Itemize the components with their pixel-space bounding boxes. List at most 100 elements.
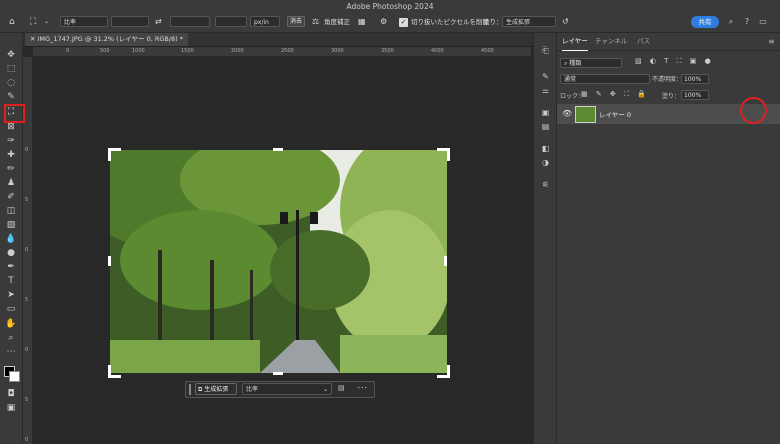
fill-label: 塗り：	[483, 18, 503, 26]
ratio-select[interactable]: 比率	[60, 16, 108, 27]
hand-tool-icon[interactable]: ✋	[5, 318, 17, 330]
crop-tool-icon[interactable]: ⛶	[30, 16, 36, 28]
opacity-label: 不透明度：	[652, 76, 683, 83]
drag-handle[interactable]	[189, 384, 191, 395]
type-tool-icon[interactable]: T	[5, 275, 17, 287]
ruler-tick: 5	[25, 197, 29, 203]
ruler-tick: 1000	[132, 48, 145, 54]
eyedropper-tool-icon[interactable]: ✑	[5, 135, 17, 147]
swatches-panel-icon[interactable]: ◑	[540, 157, 551, 168]
home-icon[interactable]: ⌂	[9, 16, 15, 28]
screen-mode-icon[interactable]: ▣	[5, 402, 17, 414]
grid-overlay-icon[interactable]: ▦	[358, 16, 366, 28]
ruler-tick: 0	[25, 247, 29, 253]
path-select-tool-icon[interactable]: ➤	[5, 289, 17, 301]
search-icon[interactable]: ⌕	[726, 17, 736, 27]
gear-icon[interactable]: ⚙	[380, 16, 387, 28]
straighten-icon[interactable]: ⚖	[312, 16, 319, 28]
delete-cropped-label: 切り抜いたピクセルを削除	[411, 18, 489, 26]
lock-icons[interactable]: ▦ ✎ ✥ ⛶ 🔒	[581, 90, 649, 99]
ruler-tick: 3500	[381, 48, 394, 54]
resolution-field[interactable]	[215, 16, 247, 27]
properties-panel-icon[interactable]: ▤	[540, 121, 551, 132]
ruler-tick: 0	[66, 48, 70, 54]
crop-handle-left[interactable]	[108, 256, 111, 266]
marquee-tool-icon[interactable]: ⬚	[5, 63, 17, 75]
workspace-icon[interactable]: ▭	[758, 17, 768, 27]
highlight-circle	[740, 97, 767, 124]
history-panel-icon[interactable]: ⎗	[540, 45, 551, 56]
generate-expand-button[interactable]: ⧉ 生成拡張	[195, 383, 237, 395]
document-tabs: ✕ IMG_1747.JPG @ 31.2% (レイヤー 0, RGB/8) *	[23, 33, 533, 47]
crop-handle-bottom-left[interactable]	[108, 365, 121, 378]
crop-handle-top[interactable]	[273, 148, 283, 151]
dodge-tool-icon[interactable]: ●	[5, 247, 17, 259]
tools-panel: ✥ ⬚ ◌ ✎ ⛶ ⊠ ✑ ✚ ✏ ♟ ✐ ◫ ▨ 💧 ● ✒ T ➤ ▭ ✋ …	[0, 33, 23, 444]
libraries-panel-icon[interactable]: ▣	[540, 107, 551, 118]
document-tab[interactable]: ✕ IMG_1747.JPG @ 31.2% (レイヤー 0, RGB/8) *	[25, 33, 189, 46]
tab-channels[interactable]: チャンネル	[595, 33, 627, 50]
background-color-swatch[interactable]	[9, 371, 20, 382]
crop-handle-right[interactable]	[444, 256, 447, 266]
window-title: Adobe Photoshop 2024	[0, 0, 780, 13]
blur-tool-icon[interactable]: 💧	[5, 233, 17, 245]
more-options-button[interactable]: ･･･	[357, 383, 368, 393]
grid-overlay-icon[interactable]: ▤	[338, 384, 345, 392]
horizontal-ruler: 0 500 1000 1500 2000 2500 3000 3500 4000…	[33, 47, 531, 56]
zoom-tool-icon[interactable]: ⌕	[5, 332, 17, 344]
opacity-field[interactable]: 100%	[681, 74, 709, 84]
filter-icons[interactable]: ▧ ◐ T ⛶ ▣ ●	[635, 57, 714, 66]
shape-tool-icon[interactable]: ▭	[5, 303, 17, 315]
move-tool-icon[interactable]: ✥	[5, 49, 17, 61]
ratio-select[interactable]: 比率 ⌄	[242, 383, 332, 395]
ruler-tick: 500	[100, 48, 110, 54]
chevron-down-icon[interactable]: ⌄	[44, 16, 49, 28]
blend-mode-select[interactable]: 通常	[560, 74, 650, 84]
straighten-label[interactable]: 角度補正	[324, 16, 350, 28]
height-field[interactable]	[170, 16, 210, 27]
contextual-task-bar: ⧉ 生成拡張 比率 ⌄ ▤ ･･･	[185, 381, 375, 398]
help-icon[interactable]: ?	[742, 17, 752, 27]
layers-panel-tabs: レイヤー チャンネル パス ≡	[557, 33, 780, 51]
panel-menu-icon[interactable]: ≡	[768, 33, 775, 50]
filter-kind-select[interactable]: ⌕ 種類	[560, 58, 622, 68]
visibility-eye-icon[interactable]: 👁	[562, 109, 572, 118]
fill-select[interactable]: 生成拡張	[502, 16, 556, 27]
ruler-tick: 0	[25, 437, 29, 443]
clear-button[interactable]: 消去	[287, 16, 305, 27]
eraser-tool-icon[interactable]: ◫	[5, 205, 17, 217]
fill-field[interactable]: 100%	[681, 90, 709, 100]
color-panel-icon[interactable]: ◧	[540, 143, 551, 154]
ruler-tick: 2500	[281, 48, 294, 54]
reset-icon[interactable]: ↺	[562, 16, 569, 28]
unit-select[interactable]: px/in	[250, 16, 280, 27]
panel-strip: ⎗ ✎ ⚌ ▣ ▤ ◧ ◑ ⚟	[533, 33, 557, 444]
crop-handle-top-right[interactable]	[437, 148, 450, 161]
brush-tool-icon[interactable]: ✏	[5, 163, 17, 175]
crop-handle-bottom[interactable]	[273, 372, 283, 375]
adjustments-panel-icon[interactable]: ⚌	[540, 85, 551, 96]
gradient-tool-icon[interactable]: ▨	[5, 219, 17, 231]
brushes-panel-icon[interactable]: ✎	[540, 71, 551, 82]
share-button[interactable]: 共有	[691, 16, 719, 28]
crop-handle-bottom-right[interactable]	[437, 365, 450, 378]
crop-handle-top-left[interactable]	[108, 148, 121, 161]
healing-tool-icon[interactable]: ✚	[5, 149, 17, 161]
document-image[interactable]	[110, 150, 447, 373]
more-tools-icon[interactable]: ⋯	[5, 346, 17, 358]
pen-tool-icon[interactable]: ✒	[5, 261, 17, 273]
channels-panel-icon[interactable]: ⚟	[540, 179, 551, 190]
lasso-tool-icon[interactable]: ◌	[5, 77, 17, 89]
history-brush-icon[interactable]: ✐	[5, 191, 17, 203]
width-field[interactable]	[111, 16, 149, 27]
quick-mask-icon[interactable]: ◘	[5, 388, 17, 400]
tab-layers[interactable]: レイヤー	[562, 33, 588, 51]
ruler-tick: 5	[25, 297, 29, 303]
swap-icon[interactable]: ⇄	[155, 16, 162, 28]
stamp-tool-icon[interactable]: ♟	[5, 177, 17, 189]
delete-cropped-checkbox[interactable]: ✓	[399, 18, 408, 27]
ruler-tick: 0	[25, 347, 29, 353]
object-select-tool-icon[interactable]: ✎	[5, 91, 17, 103]
layer-name[interactable]: レイヤー 0	[599, 109, 631, 119]
tab-paths[interactable]: パス	[637, 33, 650, 50]
